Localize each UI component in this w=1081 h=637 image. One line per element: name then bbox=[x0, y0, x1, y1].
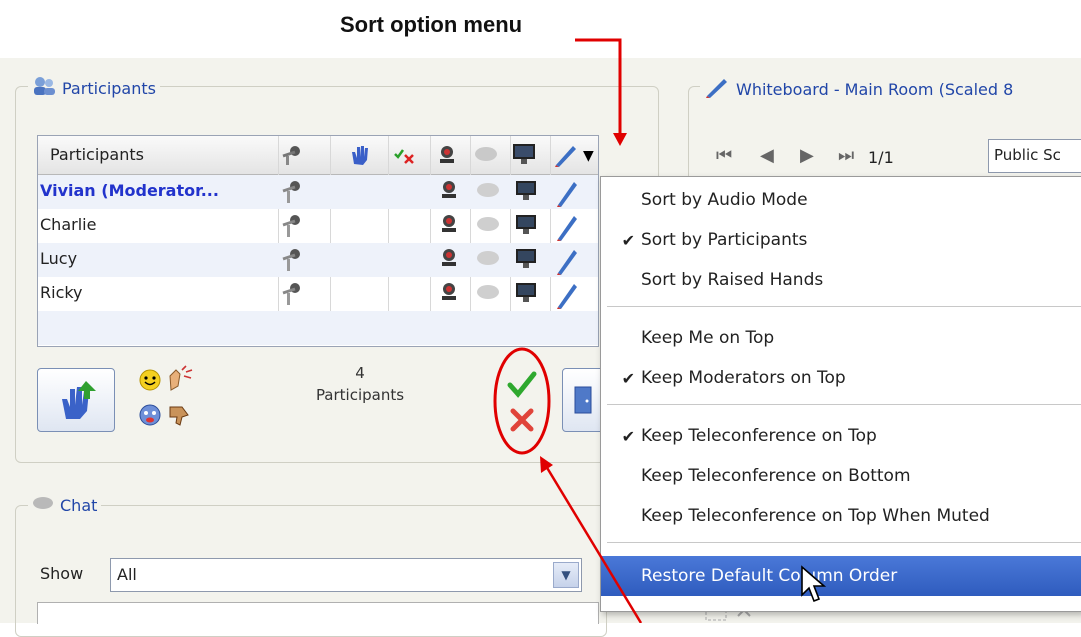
annotation-arrows bbox=[540, 38, 643, 623]
